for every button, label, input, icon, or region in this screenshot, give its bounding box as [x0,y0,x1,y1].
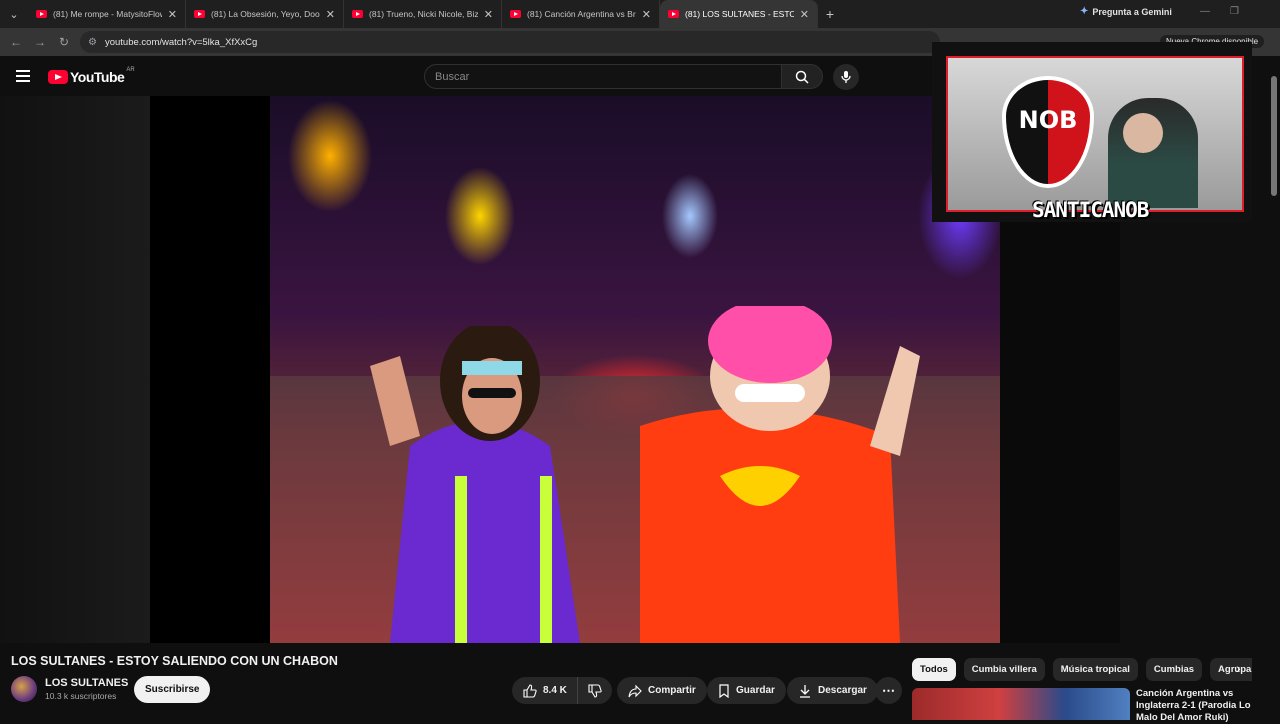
youtube-wordmark: YouTube [70,69,125,85]
tab-close-icon[interactable]: ✕ [484,8,493,21]
gemini-label: Pregunta a Gemini [1092,6,1172,17]
dislike-button[interactable] [577,677,612,704]
youtube-favicon-icon [194,10,205,18]
search-button[interactable] [781,64,823,89]
like-button[interactable]: 8.4 K [512,677,578,704]
menu-icon[interactable] [16,70,30,82]
chip-cumbia-villera[interactable]: Cumbia villera [963,658,1045,681]
youtube-favicon-icon [510,10,521,18]
browser-tab[interactable]: (81) La Obsesión, Yeyo, Doony ✕ [186,0,344,28]
subscribe-button[interactable]: Suscribirse [134,676,211,703]
save-label: Guardar [736,685,775,696]
tab-title: (81) Me rompe - MatysitoFlow [53,9,162,19]
download-label: Descargar [818,685,867,696]
voice-search-button[interactable] [833,64,859,90]
related-filter-chips: Todos Cumbia villera Música tropical Cum… [912,658,1252,682]
share-button[interactable]: Compartir [617,677,707,704]
thumbs-down-icon [588,683,602,698]
video-performer-left [370,326,580,643]
subscriber-count: 10.3 k suscriptores [45,691,117,701]
browser-tab[interactable]: (81) Canción Argentina vs Brasil ✕ [502,0,660,28]
chip-agrupaciones[interactable]: Agrupa [1210,658,1252,681]
minimize-icon[interactable]: — [1200,6,1210,17]
download-icon [800,684,810,698]
video-title: LOS SULTANES - ESTOY SALIENDO CON UN CHA… [11,654,338,668]
reload-icon[interactable]: ↻ [52,35,76,49]
browser-tab[interactable]: (81) Trueno, Nicki Nicole, Bizar ✕ [344,0,502,28]
search-placeholder: Buscar [435,70,470,83]
share-group: Compartir [617,677,707,704]
chip-cumbias[interactable]: Cumbias [1145,658,1203,681]
tab-close-icon[interactable]: ✕ [326,8,335,21]
webcam-frame: NOB [946,56,1244,212]
back-arrow-icon[interactable]: ← [4,35,28,49]
channel-avatar[interactable] [11,676,37,702]
save-button[interactable]: Guardar [707,677,786,704]
club-shield-logo: NOB [1002,76,1094,188]
tab-title: (81) La Obsesión, Yeyo, Doony [211,9,320,19]
video-performer-right [640,306,920,643]
recommended-thumbnail[interactable] [912,688,1130,720]
tab-close-icon[interactable]: ✕ [800,8,809,21]
page-scrollbar[interactable] [1270,62,1278,702]
streamer-webcam-overlay: NOB SANTICANOB [932,42,1252,222]
forward-arrow-icon[interactable]: → [28,35,52,49]
recommended-video[interactable]: Canción Argentina vs Inglaterra 2-1 (Par… [912,688,1252,724]
save-group: Guardar [707,677,786,704]
tab-close-icon[interactable]: ✕ [168,8,177,21]
like-count: 8.4 K [543,685,567,696]
microphone-icon [841,71,851,83]
tab-search-icon[interactable]: ⌄ [0,0,28,28]
browser-tab-strip: ⌄ (81) Me rompe - MatysitoFlow ✕ (81) La… [0,0,1280,28]
youtube-logo[interactable]: YouTube AR [48,67,135,85]
tab-title: (81) LOS SULTANES - ESTOY SA [685,9,794,19]
share-arrow-icon [628,684,642,697]
download-button[interactable]: Descargar [787,677,878,704]
recommended-title[interactable]: Canción Argentina vs Inglaterra 2-1 (Par… [1136,688,1252,724]
like-dislike-group: 8.4 K [512,677,612,704]
more-actions-icon[interactable]: ⋯ [875,677,902,704]
search-input[interactable]: Buscar [424,64,782,89]
tab-title: (81) Canción Argentina vs Brasil [527,9,636,19]
chip-musica-tropical[interactable]: Música tropical [1052,658,1138,681]
streamer-silhouette [1108,98,1198,208]
shield-text: NOB [1018,106,1078,134]
youtube-play-icon [48,70,68,84]
browser-tab[interactable]: (81) Me rompe - MatysitoFlow ✕ [28,0,186,28]
share-label: Compartir [648,685,696,696]
streamer-name: SANTICANOB [1032,198,1149,222]
thumbs-up-icon [523,683,537,698]
search-icon [795,70,809,84]
youtube-favicon-icon [352,10,363,18]
download-group: Descargar [787,677,878,704]
bookmark-icon [719,683,729,698]
address-bar[interactable]: ⚙ youtube.com/watch?v=5lka_XfXxCg [80,31,940,53]
tab-close-icon[interactable]: ✕ [642,8,651,21]
site-info-icon[interactable]: ⚙ [88,37,97,48]
url-text: youtube.com/watch?v=5lka_XfXxCg [104,36,258,48]
channel-info[interactable]: LOS SULTANES 10.3 k suscriptores [11,676,128,702]
tab-title: (81) Trueno, Nicki Nicole, Bizar [369,9,478,19]
browser-tab-active[interactable]: (81) LOS SULTANES - ESTOY SA ✕ [660,0,818,28]
youtube-favicon-icon [668,10,679,18]
gemini-spark-icon: ✦ [1080,6,1089,17]
new-tab-button[interactable]: + [818,6,842,22]
gemini-button[interactable]: ✦ Pregunta a Gemini [1080,6,1172,17]
chip-todos[interactable]: Todos [912,658,956,681]
maximize-icon[interactable]: ❐ [1230,6,1239,17]
chevron-right-icon[interactable]: › [1236,660,1241,676]
region-code: AR [126,67,135,73]
youtube-favicon-icon [36,10,47,18]
channel-name[interactable]: LOS SULTANES [45,677,128,689]
video-frame[interactable] [270,96,1000,643]
